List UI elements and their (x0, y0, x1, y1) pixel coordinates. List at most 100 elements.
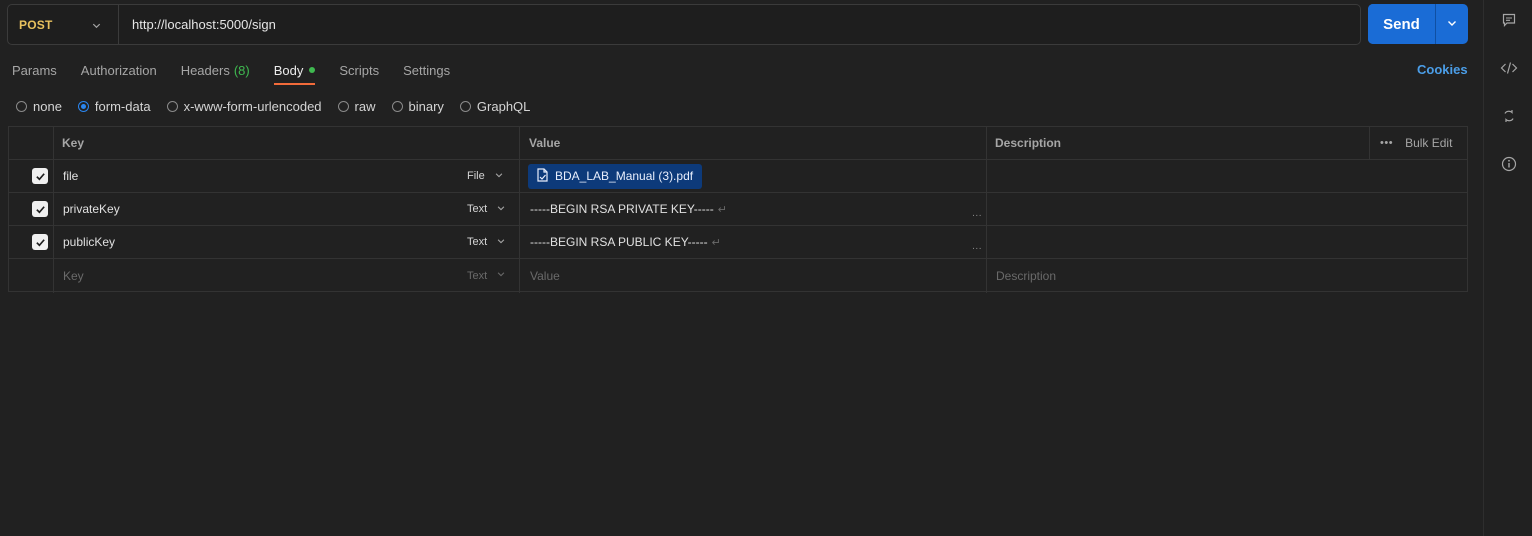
form-data-table: Key Value Description ••• Bulk Edit file… (8, 126, 1468, 293)
radio (391, 100, 403, 112)
request-editor: POST Send Params Authorization Headers(8… (0, 0, 1483, 536)
chevron-down-icon (487, 269, 506, 282)
cookies-link[interactable]: Cookies (1417, 62, 1468, 77)
type-label: Text (467, 269, 488, 282)
file-chip[interactable]: BDA_LAB_Manual (3).pdf (528, 163, 703, 189)
tab-authorization[interactable]: Authorization (81, 55, 157, 85)
bulk-edit-button[interactable]: ••• Bulk Edit (1380, 127, 1452, 159)
value-header: Value (529, 136, 561, 150)
radio (166, 100, 178, 112)
bulk-edit-label: Bulk Edit (1405, 136, 1453, 150)
value-placeholder[interactable]: Value (530, 259, 560, 292)
expand-icon[interactable]: ... (972, 241, 982, 252)
radio (459, 100, 471, 112)
radio-label: GraphQL (476, 98, 531, 114)
body-type-binary[interactable]: binary (391, 98, 444, 114)
body-type-raw[interactable]: raw (337, 98, 376, 114)
table-row: file File BDA_LAB_Manual (3).pdf (9, 160, 1467, 193)
tab-label: Body (273, 62, 304, 78)
description-header: Description (995, 136, 1062, 150)
tab-label: Params (12, 62, 57, 78)
body-type-none[interactable]: none (16, 99, 62, 114)
check-icon (32, 201, 48, 217)
value-text: -----BEGIN RSA PRIVATE KEY----- (530, 202, 714, 216)
tab-scripts[interactable]: Scripts (339, 55, 379, 85)
return-icon: ↵ (711, 236, 721, 249)
description-placeholder[interactable]: Description (996, 259, 1056, 292)
row-checkbox[interactable] (32, 160, 48, 192)
right-sidebar (1483, 0, 1532, 536)
type-select[interactable]: File (467, 160, 504, 192)
file-icon (536, 167, 555, 185)
description-cell[interactable] (995, 160, 1467, 192)
file-name: BDA_LAB_Manual (3).pdf (555, 169, 694, 183)
tab-label: Settings (403, 62, 451, 78)
value-text: -----BEGIN RSA PUBLIC KEY----- (530, 235, 708, 249)
type-label: Text (467, 236, 488, 248)
table-row-new: Key Text Value Description (9, 259, 1467, 292)
tab-label: Headers (180, 62, 230, 78)
refresh-icon[interactable] (1484, 104, 1532, 128)
description-cell[interactable] (995, 226, 1467, 258)
row-checkbox[interactable] (32, 226, 48, 258)
comment-icon[interactable] (1484, 8, 1532, 32)
column-divider (1369, 127, 1370, 160)
body-type-radios: none form-data x-www-form-urlencoded raw… (16, 97, 546, 115)
chevron-down-icon (485, 170, 504, 183)
radio (337, 100, 349, 112)
url-input[interactable] (119, 5, 1360, 44)
tab-params[interactable]: Params (12, 55, 57, 85)
table-row: privateKey Text -----BEGIN RSA PRIVATE K… (9, 193, 1467, 226)
radio-checked (77, 100, 89, 112)
key-header: Key (62, 136, 85, 150)
radio-label: form-data (94, 98, 151, 114)
radio-label: none (33, 98, 62, 114)
value-cell[interactable]: -----BEGIN RSA PUBLIC KEY----- ↵ ... (530, 226, 986, 258)
key-cell[interactable]: file (63, 160, 78, 192)
type-label: Text (467, 203, 488, 215)
table-row: publicKey Text -----BEGIN RSA PUBLIC KEY… (9, 226, 1467, 259)
body-indicator-dot (309, 67, 316, 73)
key-placeholder[interactable]: Key (63, 259, 84, 292)
radio-label: x-www-form-urlencoded (183, 98, 322, 114)
type-select[interactable]: Text (467, 226, 506, 258)
send-button[interactable]: Send (1368, 4, 1435, 44)
tab-label: Authorization (80, 62, 157, 78)
description-cell[interactable] (995, 193, 1467, 225)
key-cell[interactable]: publicKey (63, 226, 115, 258)
more-icon: ••• (1380, 137, 1394, 149)
chevron-down-icon (487, 236, 506, 249)
code-icon[interactable] (1484, 56, 1532, 80)
radio-label: raw (354, 98, 376, 114)
body-type-urlencoded[interactable]: x-www-form-urlencoded (166, 98, 322, 114)
table-header-row: Key Value Description ••• Bulk Edit (9, 127, 1467, 160)
tab-body[interactable]: Body (273, 55, 316, 85)
return-icon: ↵ (717, 203, 728, 216)
check-icon (32, 168, 48, 184)
key-cell[interactable]: privateKey (63, 193, 120, 225)
chevron-down-icon (91, 19, 102, 34)
body-type-graphql[interactable]: GraphQL (459, 98, 531, 114)
body-type-form-data[interactable]: form-data (77, 98, 151, 114)
type-select[interactable]: Text (467, 259, 506, 292)
type-select[interactable]: Text (467, 193, 506, 225)
chevron-down-icon (1446, 17, 1458, 32)
headers-count: (8) (233, 62, 250, 78)
expand-icon[interactable]: ... (972, 208, 982, 219)
tab-label: Scripts (339, 62, 380, 78)
info-icon[interactable] (1484, 152, 1532, 176)
tab-settings[interactable]: Settings (403, 55, 450, 85)
radio (16, 100, 27, 112)
value-cell[interactable]: BDA_LAB_Manual (3).pdf (528, 160, 703, 192)
radio-label: binary (408, 98, 444, 114)
value-cell[interactable]: -----BEGIN RSA PRIVATE KEY----- ↵ ... (530, 193, 986, 225)
tab-headers[interactable]: Headers (8) (181, 55, 250, 85)
send-options-button[interactable] (1436, 4, 1468, 44)
request-tabs: Params Authorization Headers (8) Body Scr… (12, 55, 474, 87)
row-checkbox[interactable] (32, 193, 48, 225)
method-label: POST (19, 17, 53, 32)
type-label: File (467, 170, 485, 182)
url-bar: POST (7, 4, 1361, 45)
send-button-group: Send (1368, 4, 1468, 44)
method-select[interactable]: POST (8, 5, 119, 44)
